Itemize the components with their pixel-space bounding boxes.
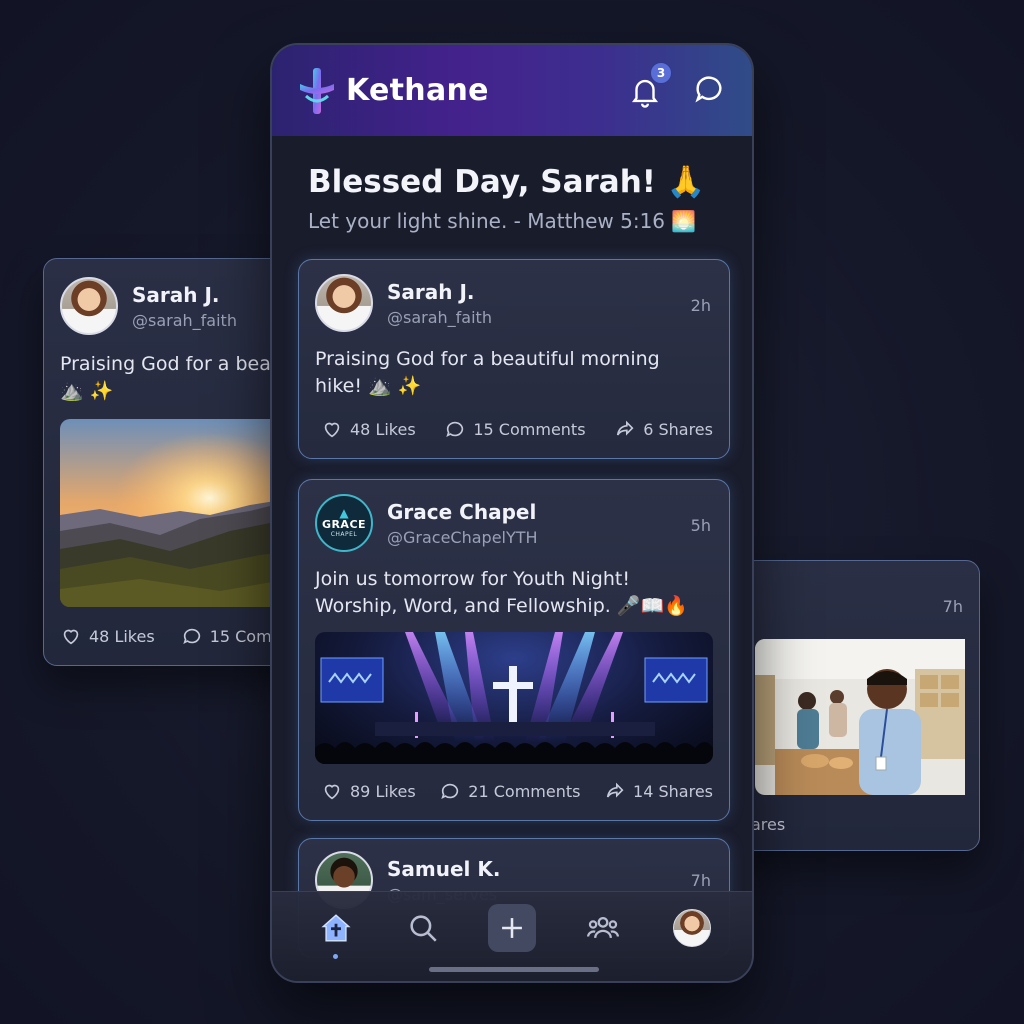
avatar-logo-subtext: CHAPEL: [330, 531, 358, 538]
church-avatar[interactable]: ▲ GRACE CHAPEL: [315, 494, 373, 552]
author-handle: @sarah_faith: [132, 310, 237, 330]
like-button[interactable]: 48 Likes: [60, 625, 155, 647]
author-name[interactable]: Sarah J.: [132, 283, 237, 307]
heart-icon: [324, 422, 340, 438]
post-actions: 48 Likes 15 Comm: [60, 625, 287, 647]
nav-home-button[interactable]: [312, 904, 360, 952]
author-name[interactable]: Sarah J.: [387, 280, 492, 304]
post-text-line: ⛰️ ✨: [60, 380, 114, 402]
post-image-volunteer[interactable]: [755, 639, 979, 795]
nav-community-button[interactable]: [579, 904, 627, 952]
like-button[interactable]: 48 Likes: [321, 418, 416, 440]
heart-icon: [63, 629, 79, 645]
post-text-line: Worship, Word, and Fellowship. 🎤📖🔥: [315, 595, 688, 617]
post-text-line: hike! ⛰️ ✨: [315, 375, 422, 397]
phone-frame: Kethane 3 Blessed Day, Sarah! 🙏 Let your…: [270, 43, 754, 983]
comment-count: 15 Comments: [473, 419, 586, 439]
avatar[interactable]: [315, 274, 373, 332]
comment-icon: [441, 783, 459, 800]
avatar[interactable]: [60, 277, 118, 335]
search-icon: [410, 915, 437, 942]
post-card[interactable]: Sarah J. @sarah_faith 2h Praising God fo…: [298, 259, 730, 459]
greeting-title: Blessed Day, Sarah! 🙏: [308, 164, 706, 200]
share-count: 14 Shares: [633, 781, 713, 801]
notifications-button[interactable]: 3: [628, 61, 672, 108]
comment-button[interactable]: 15 Comments: [444, 418, 586, 440]
notification-badge: 3: [650, 61, 672, 84]
like-count: 89 Likes: [350, 781, 416, 801]
share-button[interactable]: 6 Shares: [614, 418, 713, 440]
post-image-worship-stage[interactable]: [315, 632, 713, 764]
author-handle: @GraceChapelYTH: [387, 527, 538, 547]
post-time: 5h: [690, 516, 711, 535]
greeting-verse: Let your light shine. - Matthew 5:16 🌅: [308, 209, 697, 233]
active-indicator: [333, 954, 338, 959]
post-text-line: Praising God for a beau: [60, 353, 283, 375]
home-indicator-bar: [429, 967, 599, 972]
post-time: 7h: [942, 597, 963, 616]
share-icon: [617, 420, 634, 436]
nav-search-button[interactable]: [399, 904, 447, 952]
share-button[interactable]: 14 Shares: [604, 780, 713, 802]
worship-stage-image: [315, 632, 713, 764]
community-icon: [586, 916, 620, 939]
post-time: 7h: [690, 871, 711, 890]
post-text-line: Join us tomorrow for Youth Night!: [315, 568, 630, 590]
share-count[interactable]: ares: [751, 815, 785, 834]
volunteer-photo: [755, 639, 965, 795]
post-text: Join us tomorrow for Youth Night! Worshi…: [315, 566, 688, 620]
post-text-line: Praising God for a beautiful morning: [315, 348, 660, 370]
author-name[interactable]: Grace Chapel: [387, 500, 538, 524]
comment-icon: [182, 628, 200, 645]
post-text: Praising God for a beau ⛰️ ✨: [60, 351, 283, 405]
share-count: 6 Shares: [643, 419, 713, 439]
avatar-logo-text: GRACE: [321, 518, 367, 531]
heart-icon: [324, 784, 340, 800]
post-actions: 48 Likes 15 Comments 6 Shares: [321, 418, 713, 440]
cross-logo-icon: [300, 67, 334, 114]
comment-count: 21 Comments: [468, 781, 581, 801]
post-text: Praising God for a beautiful morning hik…: [315, 346, 660, 400]
app-brand[interactable]: Kethane: [346, 73, 489, 108]
nav-profile-button[interactable]: [668, 904, 716, 952]
chat-bubble-icon: [695, 76, 722, 102]
author-name[interactable]: Samuel K.: [387, 857, 500, 881]
share-icon: [606, 782, 624, 798]
messages-button[interactable]: [692, 72, 726, 110]
plus-icon: [502, 918, 522, 938]
app-header: Kethane 3: [272, 45, 752, 136]
post-actions: 89 Likes 21 Comments 14 Shares: [321, 780, 713, 802]
profile-avatar: [673, 909, 711, 947]
comment-icon: [446, 421, 464, 438]
home-icon: [321, 914, 351, 942]
post-time: 2h: [690, 296, 711, 315]
like-count: 48 Likes: [350, 419, 416, 439]
like-button[interactable]: 89 Likes: [321, 780, 416, 802]
like-count: 48 Likes: [89, 626, 155, 646]
author-handle: @sarah_faith: [387, 307, 492, 327]
post-card[interactable]: ▲ GRACE CHAPEL Grace Chapel @GraceChapel…: [298, 479, 730, 821]
bottom-navigation: [272, 891, 752, 981]
comment-button[interactable]: 21 Comments: [439, 780, 580, 802]
nav-create-post-button[interactable]: [488, 904, 536, 952]
